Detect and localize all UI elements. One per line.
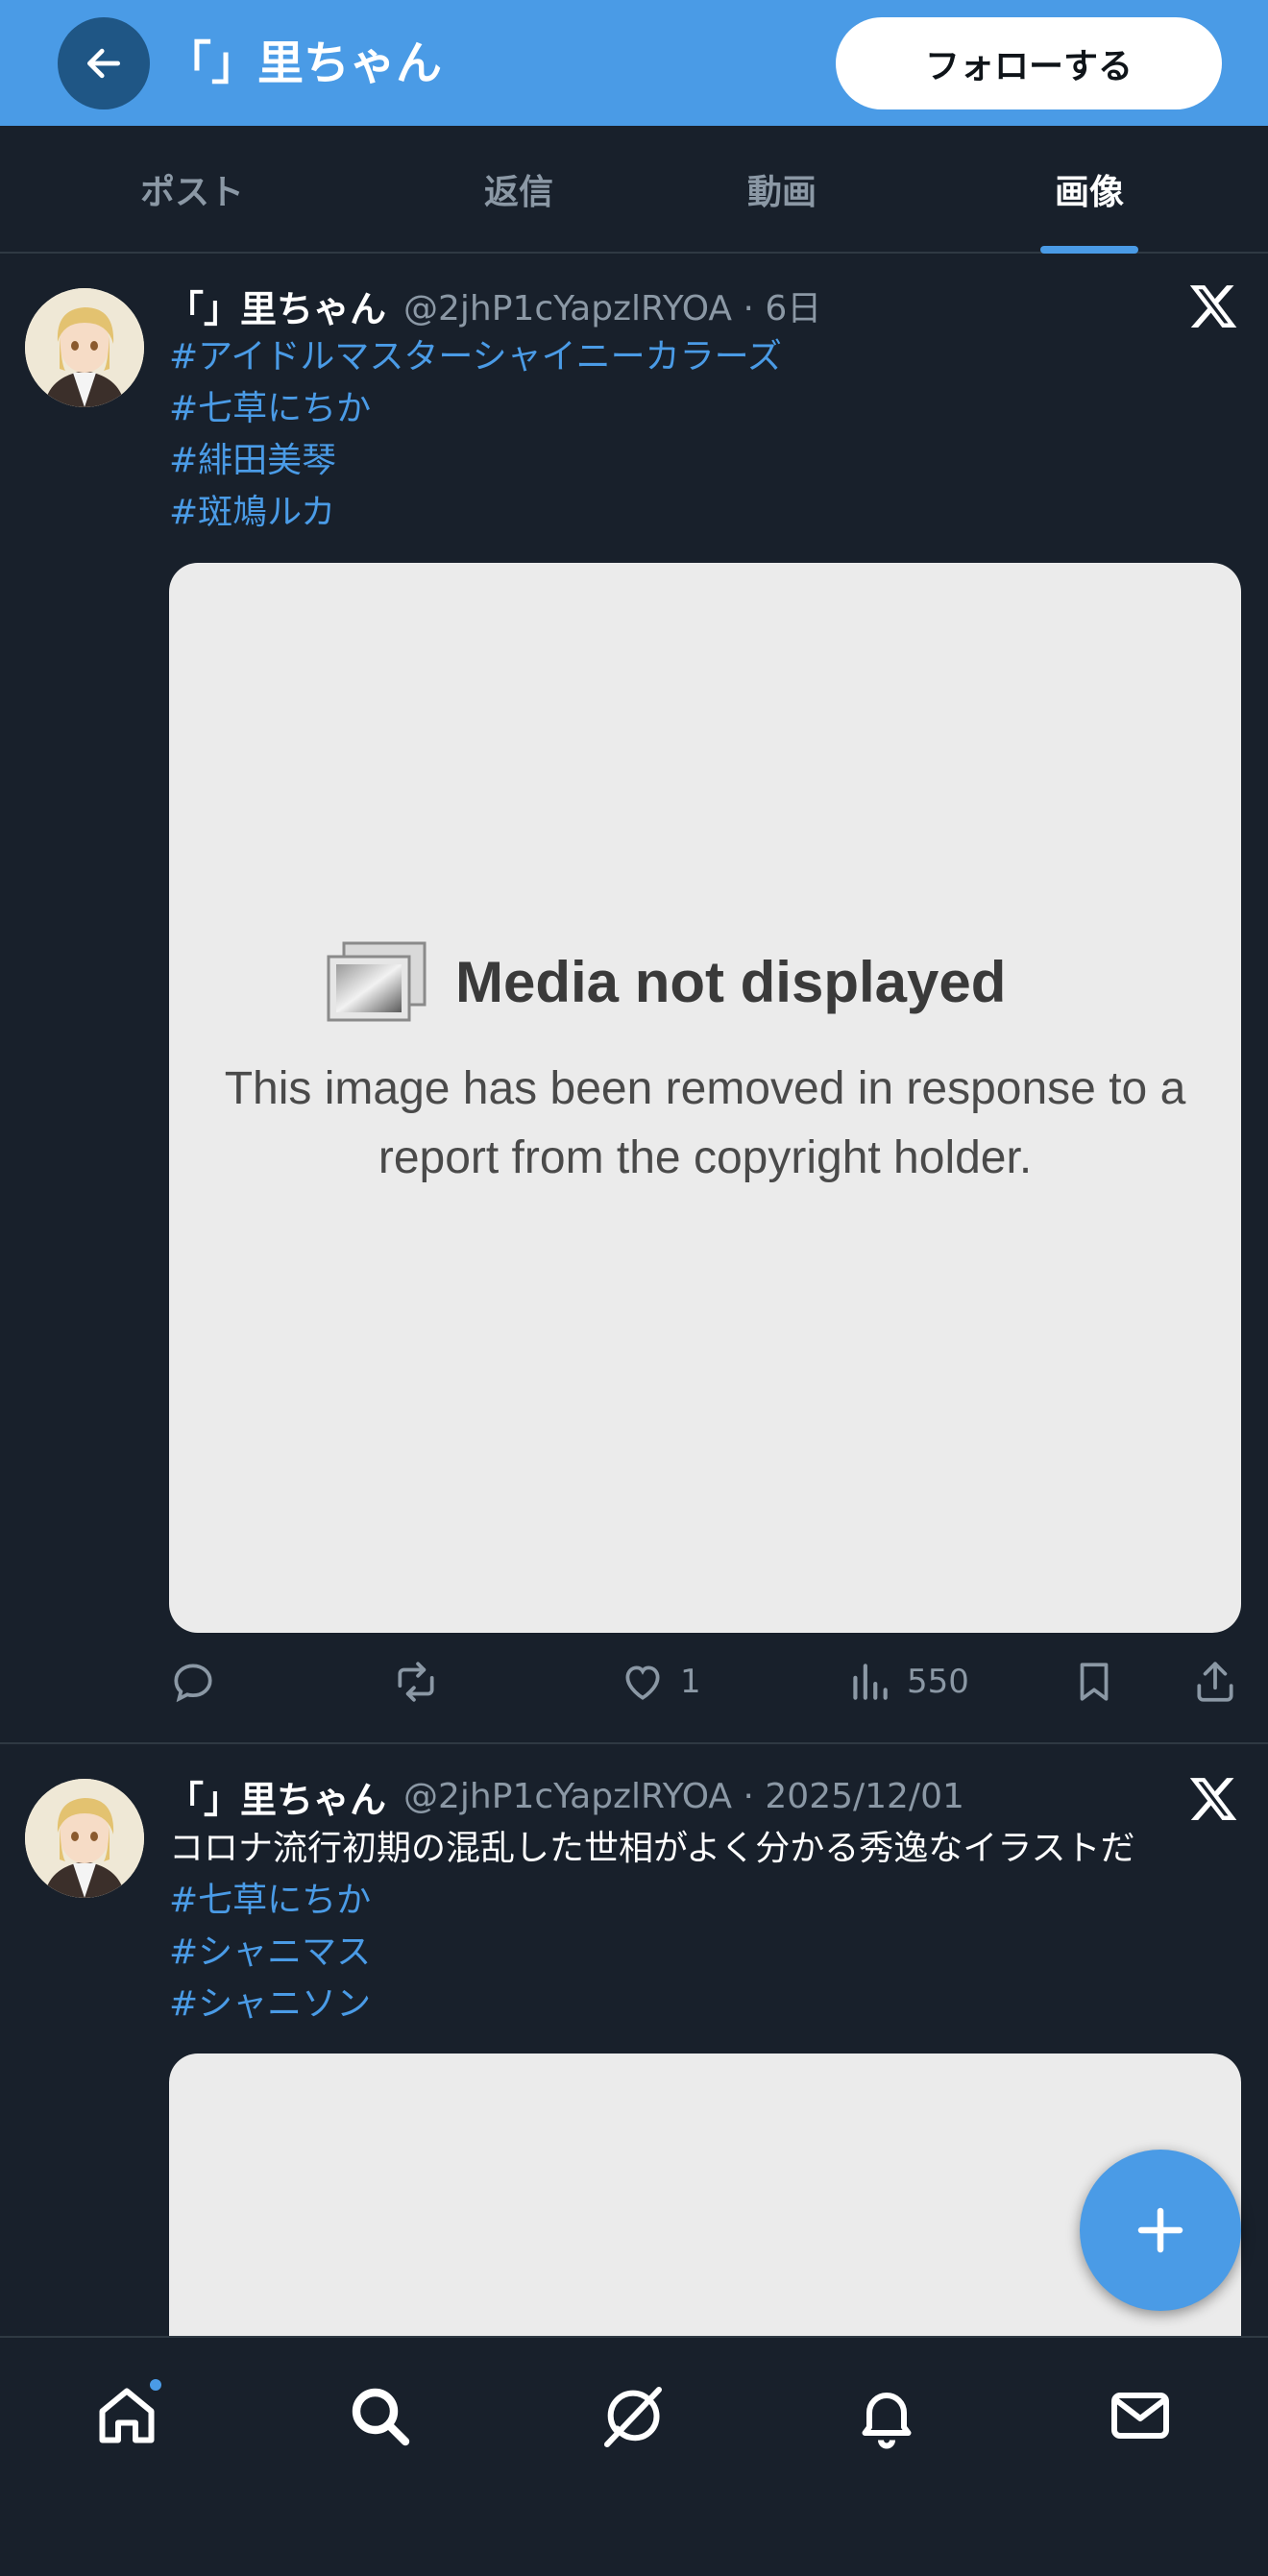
media-placeholder[interactable]: Media not displayed This image has been … [169,563,1241,1633]
view-count: 550 [907,1663,969,1701]
media-placeholder[interactable] [169,2054,1241,2361]
reply-button[interactable] [169,1648,217,1715]
post-header: 「」里ちゃん @2jhP1cYapzlRYOA · 6日 [167,279,821,332]
search-icon [352,2388,410,2446]
tab-replies[interactable]: 返信 [423,126,615,252]
x-logo-icon [1189,1778,1237,1820]
hashtag-link[interactable]: #緋田美琴 [169,435,336,487]
x-logo-icon [1189,285,1237,328]
profile-title: 「」里ちゃん [165,36,443,90]
share-button[interactable] [1191,1648,1239,1715]
plus-icon [1137,2207,1183,2253]
post-actions: 1 550 [0,1648,1268,1715]
nav-notifications[interactable] [843,2372,930,2459]
post-text: コロナ流行初期の混乱した世相がよく分かる秀逸なイラストだ [169,1829,1135,1868]
mail-icon [1111,2393,1169,2439]
media-not-displayed-title: Media not displayed [455,950,1007,1014]
repost-button[interactable] [392,1648,440,1715]
like-count: 1 [680,1663,701,1701]
post-handle-date: @2jhP1cYapzlRYOA · 2025/12/01 [403,1776,964,1816]
hashtag-link[interactable]: #七草にちか [169,383,371,435]
back-button[interactable] [58,17,150,109]
bottom-navigation [0,2336,1268,2576]
post-header: 「」里ちゃん @2jhP1cYapzlRYOA · 2025/12/01 [167,1769,964,1823]
profile-header: 「」里ちゃん フォローする [0,0,1268,126]
nav-home[interactable] [84,2372,170,2459]
nav-messages[interactable] [1097,2372,1183,2459]
tab-videos[interactable]: 動画 [686,126,878,252]
image-placeholder-icon [327,941,427,1022]
post-author-name[interactable]: 「」里ちゃん [167,1770,386,1823]
reply-icon [174,1664,212,1703]
like-button[interactable]: 1 [619,1648,701,1715]
bookmark-button[interactable] [1070,1648,1118,1715]
compose-post-button[interactable] [1080,2150,1241,2311]
views-button[interactable]: 550 [845,1648,969,1715]
hashtag-link[interactable]: #シャニソン [169,1979,371,2030]
media-removed-message: This image has been removed in response … [224,1063,1186,1114]
analytics-icon [853,1664,888,1700]
hashtag-link[interactable]: #シャニマス [169,1927,371,1979]
post-divider [0,1742,1268,1744]
profile-tabs: ポスト 返信 動画 画像 [0,126,1268,254]
tab-posts[interactable]: ポスト [96,126,288,252]
grok-icon [604,2387,662,2447]
share-icon [1197,1662,1233,1702]
hashtag-link[interactable]: #斑鳩ルカ [169,487,335,539]
hashtag-link[interactable]: #七草にちか [169,1875,371,1927]
media-removed-message-2: report from the copyright holder. [378,1132,1033,1183]
bell-icon [862,2393,912,2449]
tab-active-indicator [1040,246,1138,254]
nav-search[interactable] [336,2372,423,2459]
repost-icon [398,1662,434,1702]
heart-icon [625,1665,660,1700]
nav-grok[interactable] [590,2372,676,2459]
notification-dot [147,2376,164,2394]
bookmark-icon [1080,1663,1109,1701]
post-handle-date: @2jhP1cYapzlRYOA · 6日 [403,289,822,328]
tab-images[interactable]: 画像 [993,126,1185,254]
hashtag-link[interactable]: #アイドルマスターシャイニーカラーズ [169,331,782,383]
follow-button[interactable]: フォローする [836,17,1222,109]
tab-images-label: 画像 [1054,172,1124,212]
post-author-name[interactable]: 「」里ちゃん [167,279,386,332]
avatar[interactable] [25,1779,144,1898]
avatar[interactable] [25,288,144,407]
arrow-left-icon [86,48,121,79]
